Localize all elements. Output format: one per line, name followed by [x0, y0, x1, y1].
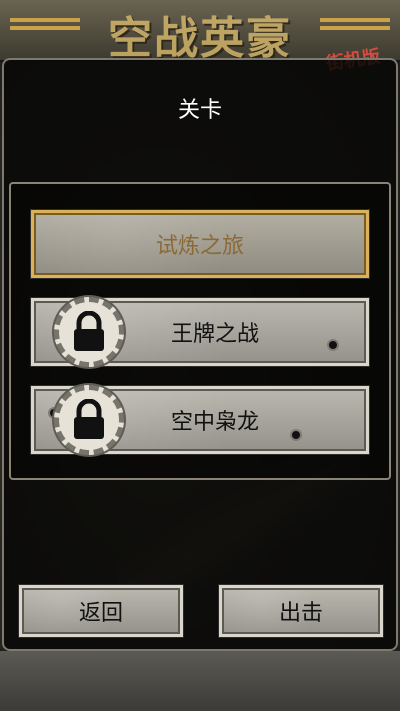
- bullet-hole: [329, 341, 337, 349]
- back-button[interactable]: 返回: [19, 585, 183, 637]
- lock-icon: [54, 385, 124, 455]
- level-label: 王牌之战: [170, 322, 259, 347]
- dialog-title: 关卡: [177, 98, 222, 123]
- level-button-trial[interactable]: 试炼之旅: [31, 210, 369, 278]
- sortie-button-label: 出击: [278, 601, 323, 626]
- lock-icon: [54, 297, 124, 367]
- bottom-strip: [0, 649, 400, 711]
- back-button-label: 返回: [78, 601, 123, 626]
- bullet-hole: [292, 431, 300, 439]
- level-label: 空中枭龙: [170, 410, 259, 435]
- level-label: 试炼之旅: [155, 234, 244, 259]
- sortie-button[interactable]: 出击: [219, 585, 383, 637]
